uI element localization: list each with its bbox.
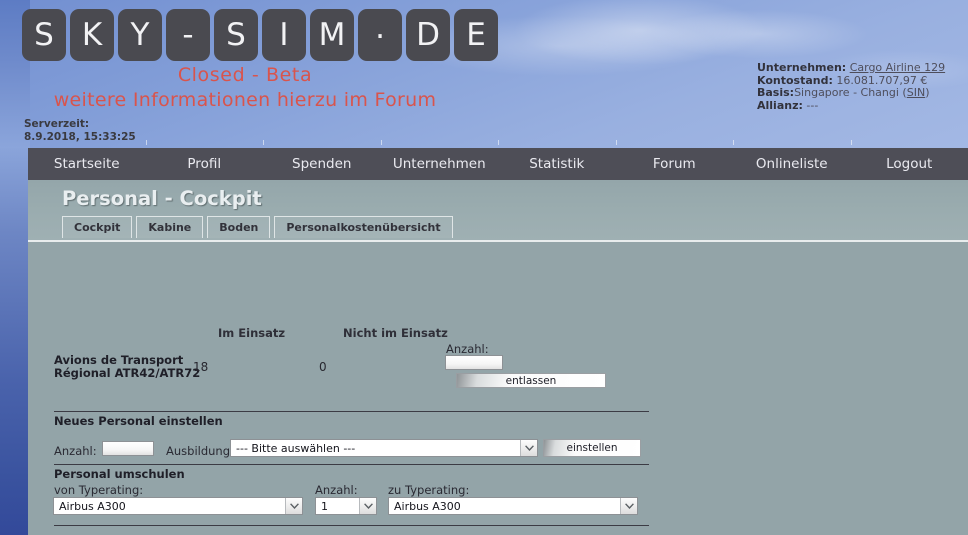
account-company-link[interactable]: Cargo Airline 129 [850,61,945,74]
nav-item-spenden[interactable]: Spenden [263,140,381,188]
dismiss-anzahl-input[interactable] [445,355,503,370]
tab-boden[interactable]: Boden [207,216,271,238]
logo-tile-7: . [358,9,402,61]
divider-retrain-bottom [54,525,649,526]
panel-body: Im Einsatz Nicht im Einsatz Avions de Tr… [28,242,968,533]
hire-ausbildung-label: Ausbildung: [166,444,234,458]
account-info-panel: Unternehmen: Cargo Airline 129 Kontostan… [757,61,945,113]
nav-item-profil[interactable]: Profil [145,140,264,188]
server-time: Serverzeit: 8.9.2018, 15:33:25 [24,118,136,144]
logo-tile-3: - [166,9,210,61]
nav-item-forum[interactable]: Forum [615,140,734,188]
server-time-value: 8.9.2018, 15:33:25 [24,131,136,143]
retrain-to-selected-value: Airbus A300 [394,499,461,513]
section-heading-hire: Neues Personal einstellen [54,414,223,428]
staff-row-name: Avions de Transport Régional ATR42/ATR72 [54,353,201,380]
staff-row-in-use: 18 [193,360,209,374]
retrain-from-select[interactable]: Airbus A300 [53,497,303,515]
dismiss-anzahl-label: Anzahl: [446,342,489,356]
logo-tile-9: E [454,9,498,61]
beta-notice-line1: Closed - Beta [177,64,313,86]
retrain-to-label: zu Typerating: [388,483,470,497]
nav-item-startseite[interactable]: Startseite [28,156,146,172]
column-header-in-use: Im Einsatz [218,326,286,340]
account-base-value-end: ) [925,86,930,99]
site-logo[interactable]: S K Y - S I M . D E [22,9,498,61]
retrain-to-select[interactable]: Airbus A300 [388,497,638,515]
account-alliance-value: --- [806,98,819,112]
retrain-anzahl-label: Anzahl: [315,483,358,497]
section-heading-retrain: Personal umschulen [54,467,185,481]
hire-ausbildung-selected-value: --- Bitte auswählen --- [236,441,356,455]
logo-tile-8: D [406,9,450,61]
logo-tile-2: Y [118,9,162,61]
hire-ausbildung-select[interactable]: --- Bitte auswählen --- [230,439,538,457]
chevron-down-icon [620,498,637,514]
account-base-code-link[interactable]: SIN [907,86,925,99]
hire-anzahl-input[interactable] [102,441,154,456]
logo-tile-0: S [22,9,66,61]
panel-header: Personal - Cockpit Cockpit Kabine Boden … [28,180,968,242]
account-balance-value: 16.081.707,97 € [836,73,928,87]
content-panel: Personal - Cockpit Cockpit Kabine Boden … [28,180,968,535]
tab-kabine[interactable]: Kabine [136,216,204,238]
nav-item-onlineliste[interactable]: Onlineliste [733,140,851,188]
retrain-anzahl-selected-value: 1 [321,499,328,513]
nav-item-statistik[interactable]: Statistik [498,140,616,188]
dismiss-button[interactable]: entlassen [456,373,606,388]
main-navigation: Startseite Profil Spenden Unternehmen St… [28,140,968,188]
staff-row-not-in-use: 0 [319,360,327,374]
chevron-down-icon [520,440,537,456]
account-alliance-row: Allianz: --- [757,98,945,113]
retrain-anzahl-select[interactable]: 1 [315,497,377,515]
logo-tile-5: I [262,9,306,61]
retrain-from-selected-value: Airbus A300 [59,499,126,513]
logo-tile-4: S [214,9,258,61]
page-root: S K Y - S I M . D E Closed - Beta weiter… [0,0,968,535]
account-base-label: Basis: [757,86,795,99]
column-header-not-in-use: Nicht im Einsatz [343,326,448,340]
divider-retrain [54,464,649,465]
sub-tab-bar: Cockpit Kabine Boden Personalkostenübers… [62,216,453,238]
logo-tile-1: K [70,9,114,61]
nav-item-unternehmen[interactable]: Unternehmen [380,140,499,188]
tab-cockpit[interactable]: Cockpit [62,216,133,238]
nav-item-logout[interactable]: Logout [850,140,968,188]
logo-tile-6: M [310,9,354,61]
account-alliance-label: Allianz: [757,98,803,112]
divider-hire [54,411,649,412]
page-title: Personal - Cockpit [62,187,262,210]
left-blue-rail [0,148,28,535]
tab-personalkostenuebersicht[interactable]: Personalkostenübersicht [274,216,453,238]
account-base-value: Singapore - Changi ( [794,86,907,99]
chevron-down-icon [285,498,302,514]
account-company-label: Unternehmen: [757,61,847,74]
retrain-from-label: von Typerating: [54,483,144,497]
hire-anzahl-label: Anzahl: [54,444,97,458]
account-balance-label: Kontostand: [757,73,833,87]
server-time-label: Serverzeit: [24,118,90,130]
chevron-down-icon [359,498,376,514]
beta-notice-line2: weitere Informationen hierzu im Forum [53,89,437,111]
hire-submit-button[interactable]: einstellen [543,439,641,457]
